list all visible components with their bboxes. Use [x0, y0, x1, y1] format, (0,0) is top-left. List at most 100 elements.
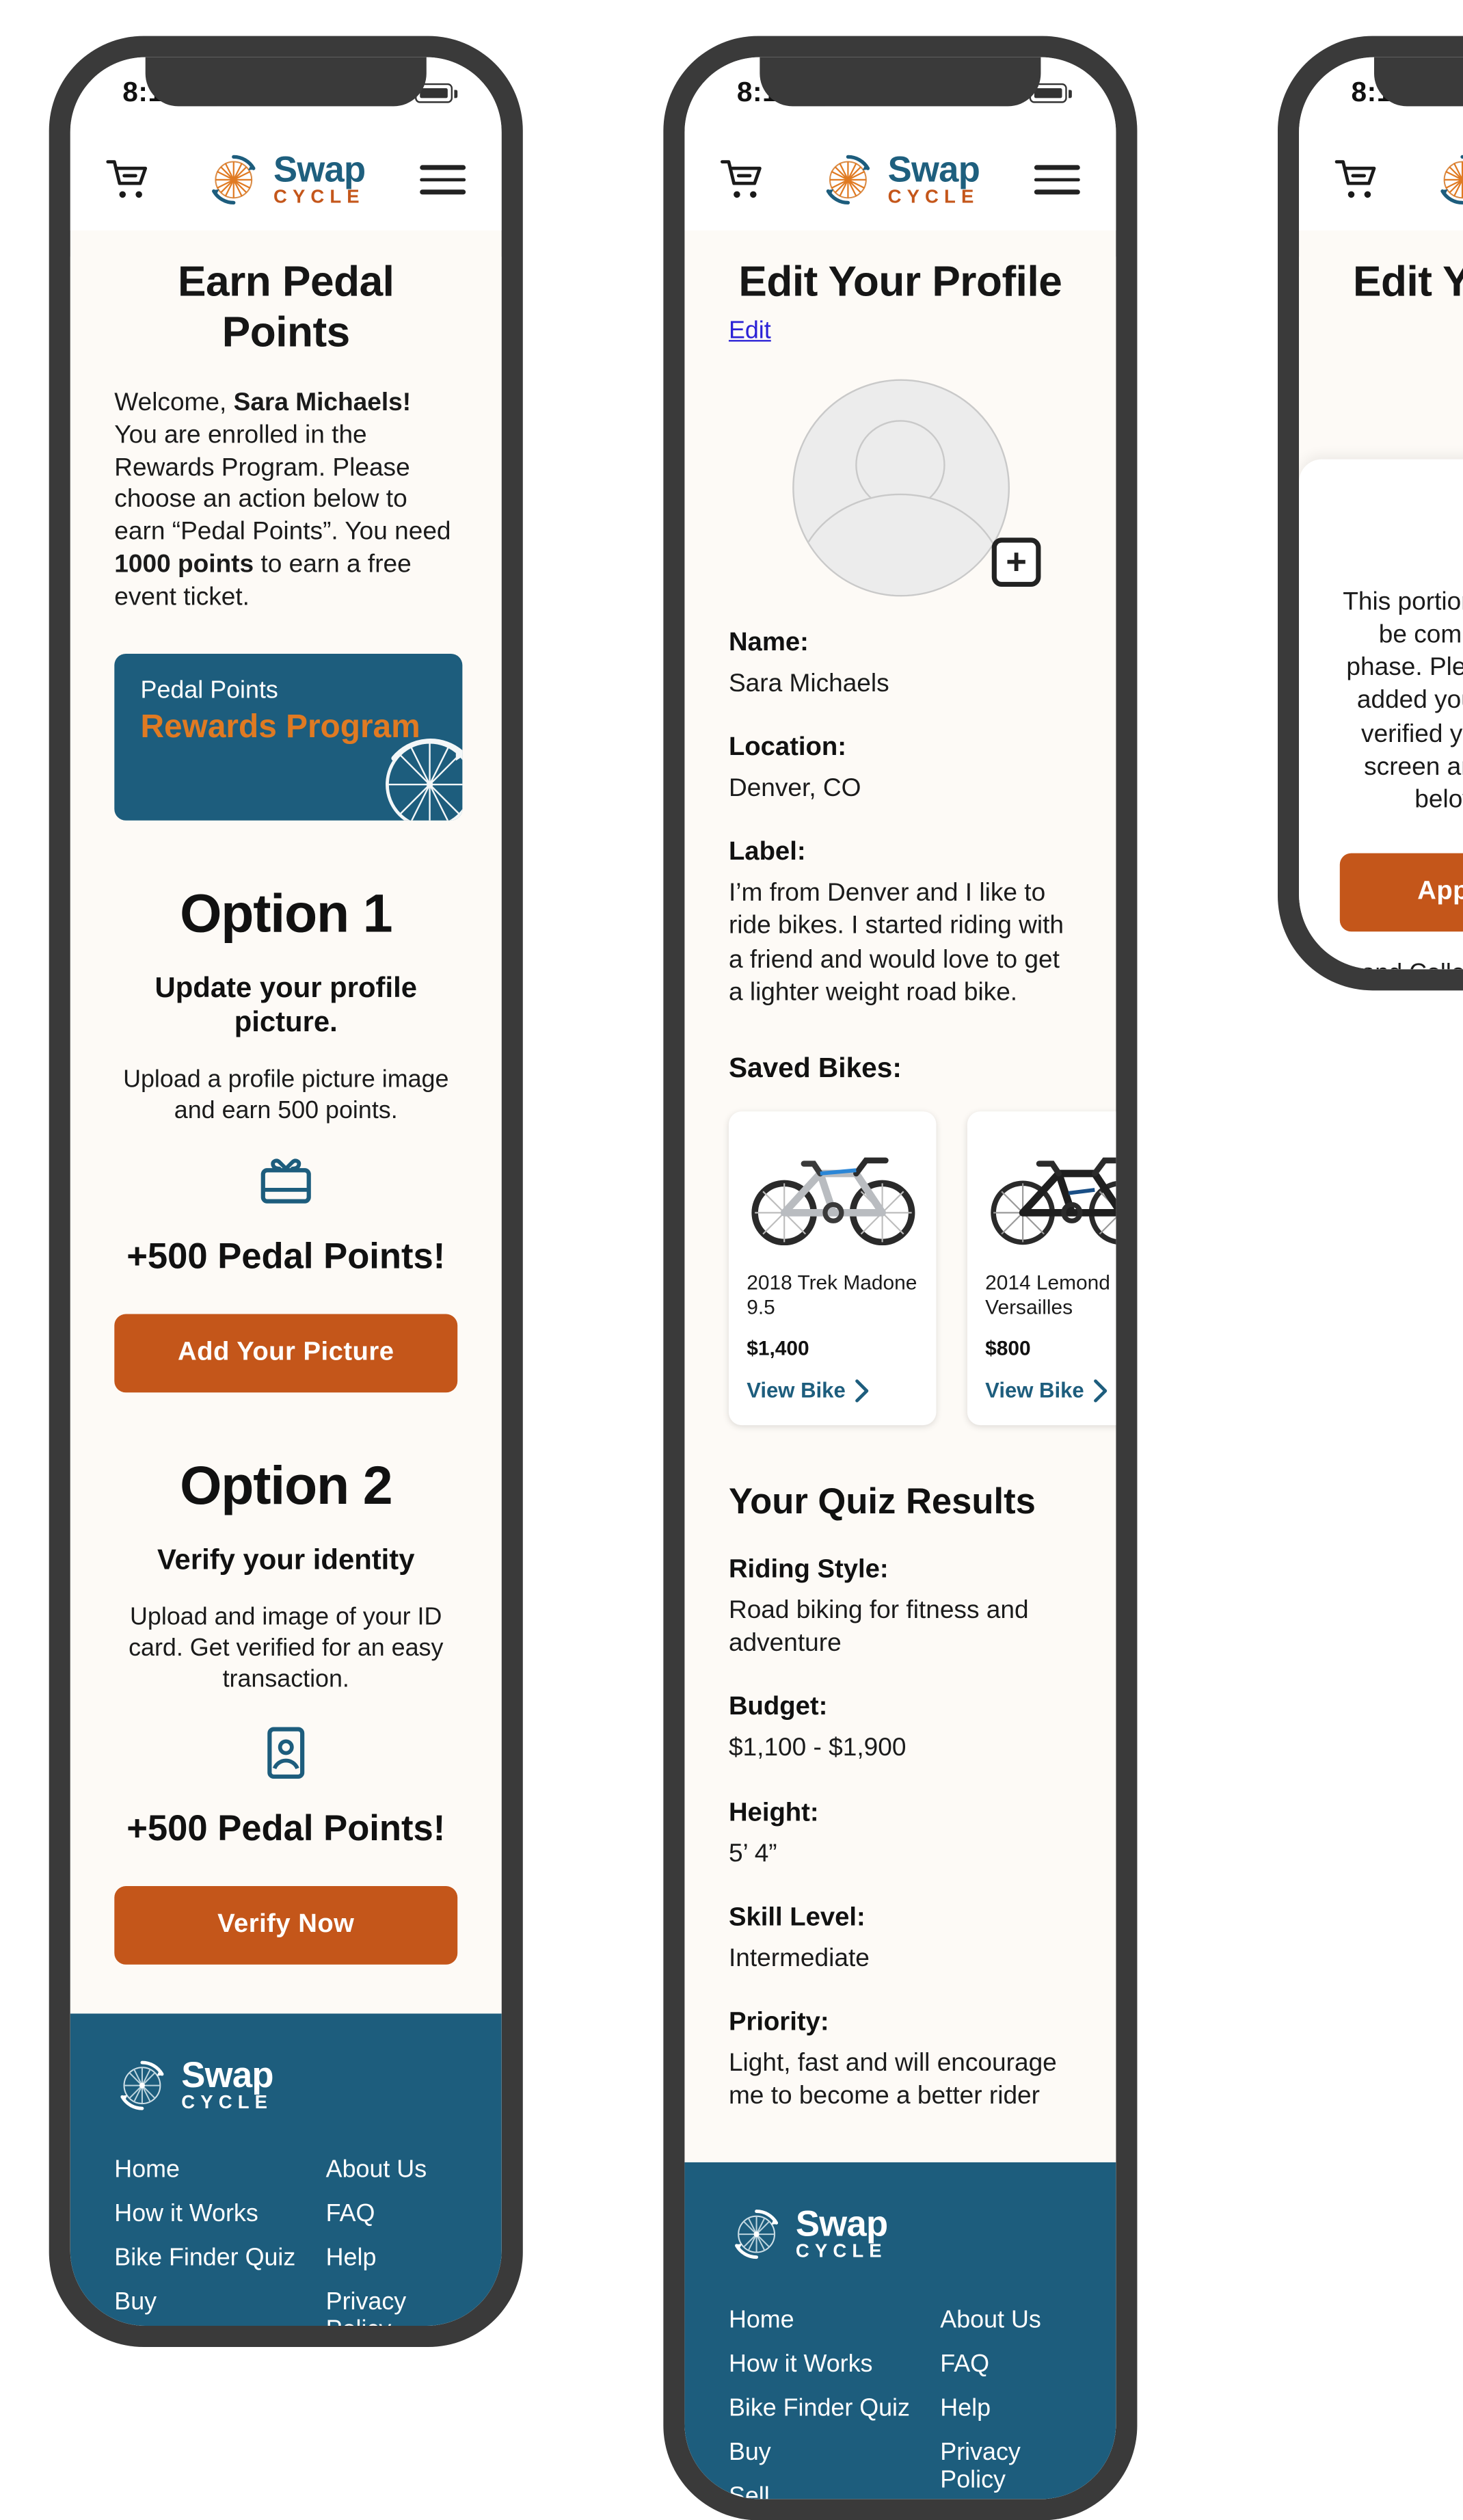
- verify-now-button[interactable]: Verify Now: [114, 1885, 458, 1964]
- chevron-right-icon: [856, 1379, 870, 1402]
- plus-icon[interactable]: +: [991, 538, 1041, 587]
- apply-changes-button[interactable]: Apply Changes: [1339, 853, 1463, 932]
- add-your-picture-button[interactable]: Add Your Picture: [114, 1314, 458, 1393]
- page-title: Earn Pedal Points: [178, 256, 394, 357]
- app-header: SwapCYCLE: [684, 129, 1116, 230]
- road-bike-white-icon: [751, 1157, 915, 1245]
- screen3-content: Edit Your Profile This portion of the pr…: [1299, 256, 1463, 970]
- bike-price: $1,400: [747, 1337, 809, 1360]
- swap-cycle-wheel-logo: [1441, 155, 1463, 205]
- footer-logo-bottom: CYCLE: [795, 2242, 887, 2262]
- option1-heading: Option 1: [180, 882, 392, 943]
- site-footer: Swap CYCLE Home How it Works Bike Finder …: [684, 2162, 1116, 2499]
- footer-logo-bottom: CYCLE: [181, 2093, 273, 2113]
- footer-link-bike-finder-quiz[interactable]: Bike Finder Quiz: [114, 2244, 325, 2272]
- swap-cycle-logo[interactable]: SwapCYCLE: [1435, 152, 1463, 208]
- field-label-name: Name:: [728, 629, 809, 657]
- quiz-results-heading: Your Quiz Results: [728, 1481, 1036, 1522]
- quiz-value-priority: Light, fast and will encourage me to bec…: [728, 2049, 1057, 2110]
- footer-link-privacy-policy[interactable]: Privacy Policy: [940, 2438, 1072, 2493]
- shopping-cart-icon[interactable]: [1334, 159, 1381, 201]
- footer-link-faq[interactable]: FAQ: [940, 2350, 1072, 2378]
- footer-link-buy[interactable]: Buy: [114, 2288, 325, 2316]
- option2-description: Upload and image of your ID card. Get ve…: [129, 1604, 444, 1693]
- phone-3-prototype-modal: 8:15 SwapCYCLE Edit Your Profile This po…: [1277, 36, 1463, 991]
- option2-points: +500 Pedal Points!: [126, 1807, 446, 1848]
- field-value-name: Sara Michaels: [728, 669, 889, 698]
- bike-wheel-icon: [386, 738, 463, 821]
- footer-link-privacy-policy[interactable]: Privacy Policy: [326, 2288, 458, 2326]
- saved-bikes-heading: Saved Bikes:: [728, 1052, 902, 1084]
- footer-link-how-it-works[interactable]: How it Works: [729, 2350, 940, 2378]
- modal-note: and Collect your 500 Points!: [1340, 959, 1463, 969]
- option1-subheading: Update your profile picture.: [155, 970, 417, 1038]
- option2-subheading: Verify your identity: [157, 1543, 415, 1576]
- page-title: Edit Your Profile: [1353, 256, 1463, 306]
- site-footer: Swap CYCLE Home How it Works Bike Finder …: [70, 2013, 502, 2326]
- phone-notch: [145, 57, 427, 107]
- quiz-value-height: 5’ 4”: [728, 1839, 777, 1868]
- footer-link-home[interactable]: Home: [729, 2305, 940, 2333]
- swap-cycle-logo[interactable]: Swap CYCLE: [206, 148, 366, 208]
- edit-link[interactable]: Edit: [729, 317, 771, 345]
- id-card-icon: [267, 1726, 305, 1778]
- gift-card-icon: [260, 1159, 311, 1204]
- field-value-location: Denver, CO: [728, 775, 861, 803]
- shopping-cart-icon[interactable]: [106, 159, 152, 201]
- footer-logo[interactable]: Swap CYCLE: [729, 2203, 1072, 2263]
- hamburger-menu-icon[interactable]: [1034, 165, 1080, 195]
- saved-bike-card[interactable]: 2014 Lemond Versailles $800 View Bike: [967, 1111, 1116, 1426]
- footer-nav-col-2: About Us FAQ Help Privacy Policy: [940, 2305, 1072, 2499]
- field-value-label: I’m from Denver and I like to ride bikes…: [728, 879, 1064, 1007]
- logo-wordmark-top: Swap: [887, 148, 980, 189]
- bike-price: $800: [985, 1337, 1031, 1360]
- shopping-cart-icon[interactable]: [720, 159, 766, 201]
- footer-logo-top: Swap: [795, 2203, 888, 2244]
- footer-link-help[interactable]: Help: [326, 2244, 458, 2272]
- bike-name: 2014 Lemond Versailles: [985, 1271, 1110, 1320]
- app-header: SwapCYCLE: [1299, 129, 1463, 230]
- swap-cycle-wheel-logo: [212, 155, 256, 205]
- footer-link-home[interactable]: Home: [114, 2156, 325, 2184]
- quiz-label-skill-level: Skill Level:: [728, 1903, 865, 1932]
- swap-cycle-wheel-logo: [735, 2210, 779, 2259]
- field-label-label: Label:: [728, 838, 806, 867]
- chevron-right-icon: [1095, 1379, 1108, 1402]
- screen1-content: Earn Pedal Points Welcome, Sara Michaels…: [70, 256, 502, 2326]
- footer-link-sell[interactable]: Sell: [729, 2482, 940, 2499]
- logo-wordmark-bottom: CYCLE: [273, 187, 365, 207]
- quiz-label-height: Height:: [728, 1799, 819, 1827]
- footer-logo[interactable]: Swap CYCLE: [114, 2054, 457, 2113]
- profile-picture-area[interactable]: +: [729, 379, 1072, 597]
- quiz-label-priority: Priority:: [728, 2008, 829, 2037]
- footer-link-about-us[interactable]: About Us: [940, 2305, 1072, 2333]
- phone-1-earn-pedal-points: 8:15 Swap CYCLE Earn Pedal Po: [49, 36, 523, 2348]
- footer-link-about-us[interactable]: About Us: [326, 2156, 458, 2184]
- quiz-value-riding-style: Road biking for fitness and adventure: [728, 1597, 1029, 1658]
- quiz-value-budget: $1,100 - $1,900: [728, 1734, 907, 1763]
- intro-paragraph: Welcome, Sara Michaels! You are enrolled…: [114, 388, 451, 611]
- view-bike-link[interactable]: View Bike: [985, 1378, 1116, 1403]
- footer-link-help[interactable]: Help: [940, 2393, 1072, 2422]
- option1-points: +500 Pedal Points!: [126, 1236, 446, 1277]
- footer-logo-top: Swap: [181, 2054, 273, 2095]
- rewards-program-card: Pedal Points Rewards Program: [114, 653, 463, 821]
- quiz-value-skill-level: Intermediate: [728, 1944, 870, 1972]
- saved-bike-card[interactable]: 2018 Trek Madone 9.5 $1,400 View Bike: [728, 1111, 937, 1426]
- swap-cycle-logo[interactable]: SwapCYCLE: [821, 148, 980, 208]
- screen2-content: Edit Your Profile Edit + Name: Sara Mich…: [684, 256, 1116, 2499]
- swap-cycle-wheel-logo: [827, 155, 870, 205]
- footer-link-faq[interactable]: FAQ: [326, 2200, 458, 2228]
- quiz-label-budget: Budget:: [728, 1693, 828, 1722]
- logo-wordmark-bottom: CYCLE: [887, 187, 980, 207]
- swap-cycle-wheel-logo: [120, 2060, 164, 2110]
- view-bike-link[interactable]: View Bike: [747, 1378, 918, 1403]
- modal-message: This portion of the prototype to be comp…: [1343, 588, 1463, 814]
- footer-link-buy[interactable]: Buy: [729, 2438, 940, 2466]
- hamburger-menu-icon[interactable]: [420, 165, 466, 195]
- footer-link-how-it-works[interactable]: How it Works: [114, 2200, 325, 2228]
- footer-link-bike-finder-quiz[interactable]: Bike Finder Quiz: [729, 2393, 940, 2422]
- footer-nav-col-1: Home How it Works Bike Finder Quiz Buy S…: [729, 2305, 940, 2499]
- logo-wordmark-top: Swap: [273, 148, 366, 189]
- default-avatar-icon: [791, 379, 1009, 597]
